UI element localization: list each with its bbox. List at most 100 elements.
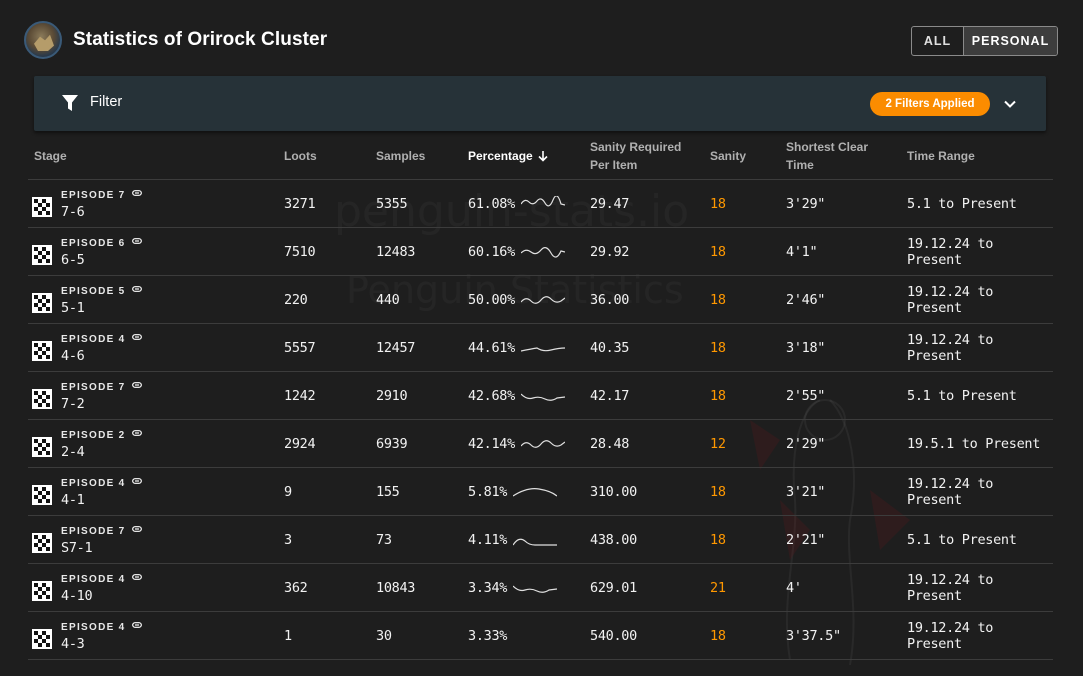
zone-label: EPISODE 4: [61, 333, 126, 345]
stage-checker-icon: [32, 628, 52, 649]
table-row[interactable]: EPISODE 5 5-1 220 440 50.00% 36.00 18 2'46" 19.1…: [28, 276, 1053, 324]
filter-panel-header[interactable]: Filter 2 Filters Applied: [34, 76, 1046, 131]
sanity-per-item-cell: 42.17: [590, 387, 630, 404]
loots-cell: 2924: [284, 435, 316, 452]
zone-label: EPISODE 4: [61, 573, 126, 585]
stage-cell[interactable]: EPISODE 4 4-10: [32, 564, 262, 611]
header-samples[interactable]: Samples: [376, 132, 425, 180]
percentage-value: 61.08%: [468, 195, 515, 212]
samples-cell: 6939: [376, 435, 408, 452]
stage-code: 7-6: [61, 203, 85, 220]
time-range-cell: 19.12.24 to Present: [907, 331, 994, 364]
loots-cell: 1: [284, 627, 292, 644]
table-row[interactable]: EPISODE 4 4-1 9 155 5.81% 310.00 18 3'21" 19.12.…: [28, 468, 1053, 516]
link-icon[interactable]: [131, 382, 142, 388]
link-icon[interactable]: [131, 622, 142, 628]
link-icon[interactable]: [131, 478, 142, 484]
percentage-value: 3.34%: [468, 579, 508, 596]
header-loots[interactable]: Loots: [284, 132, 317, 180]
samples-cell: 12457: [376, 339, 416, 356]
table-row[interactable]: EPISODE 2 2-4 2924 6939 42.14% 28.48 12 2'29" 19…: [28, 420, 1053, 468]
link-icon[interactable]: [131, 334, 142, 340]
table-row[interactable]: EPISODE 4 4-6 5557 12457 44.61% 40.35 18 3'18" 1…: [28, 324, 1053, 372]
zone-label: EPISODE 7: [61, 189, 126, 201]
samples-cell: 12483: [376, 243, 416, 260]
percentage-value: 44.61%: [468, 339, 515, 356]
percentage-value: 4.11%: [468, 531, 508, 548]
percentage-cell: 5.81%: [468, 468, 558, 515]
header-sanity[interactable]: Sanity: [710, 132, 746, 180]
percentage-value: 42.14%: [468, 435, 515, 452]
stage-cell[interactable]: EPISODE 5 5-1: [32, 276, 262, 323]
percentage-cell: 50.00%: [468, 276, 565, 323]
time-range-cell: 5.1 to Present: [907, 387, 1017, 404]
trend-sparkline[interactable]: [513, 532, 558, 548]
page-header: Statistics of Orirock Cluster: [24, 20, 327, 60]
percentage-cell: 42.68%: [468, 372, 565, 419]
page-title: Statistics of Orirock Cluster: [73, 29, 328, 50]
percentage-cell: 44.61%: [468, 324, 565, 371]
samples-cell: 2910: [376, 387, 408, 404]
trend-sparkline[interactable]: [520, 388, 565, 404]
stage-cell[interactable]: EPISODE 2 2-4: [32, 420, 262, 467]
loots-cell: 3271: [284, 195, 316, 212]
trend-sparkline[interactable]: [513, 484, 558, 500]
table-row[interactable]: EPISODE 7 7-2 1242 2910 42.68% 42.17 18 2'55" 5.…: [28, 372, 1053, 420]
header-shortest-clear-time[interactable]: Shortest Clear Time: [786, 132, 868, 180]
samples-cell: 5355: [376, 195, 408, 212]
percentage-value: 50.00%: [468, 291, 515, 308]
time-range-cell: 19.5.1 to Present: [907, 435, 1041, 452]
header-percentage[interactable]: Percentage: [468, 132, 549, 180]
link-icon[interactable]: [131, 526, 142, 532]
item-avatar: [24, 21, 62, 59]
header-stage[interactable]: Stage: [34, 132, 67, 180]
samples-cell: 10843: [376, 579, 416, 596]
stage-cell[interactable]: EPISODE 4 4-3: [32, 612, 262, 659]
link-icon[interactable]: [131, 430, 142, 436]
chevron-down-icon[interactable]: [1002, 96, 1018, 112]
stage-cell[interactable]: EPISODE 6 6-5: [32, 228, 262, 275]
header-shortest-line1: Shortest Clear: [786, 140, 869, 154]
shortest-clear-time-cell: 4': [786, 579, 802, 596]
table-row[interactable]: EPISODE 4 4-10 362 10843 3.34% 629.01 21 4' 19.1…: [28, 564, 1053, 612]
link-icon[interactable]: [131, 286, 142, 292]
table-row[interactable]: EPISODE 7 7-6 3271 5355 61.08% 29.47 18 3'29" 5.…: [28, 180, 1053, 228]
trend-sparkline[interactable]: [520, 340, 565, 356]
stage-cell[interactable]: EPISODE 7 S7-1: [32, 516, 262, 563]
stage-checker-icon: [32, 292, 52, 313]
link-icon[interactable]: [131, 574, 142, 580]
table-body: EPISODE 7 7-6 3271 5355 61.08% 29.47 18 3'29" 5.…: [28, 180, 1053, 660]
trend-sparkline[interactable]: [520, 292, 565, 308]
filter-icon: [62, 95, 78, 111]
toggle-personal-button[interactable]: PERSONAL: [963, 27, 1057, 55]
trend-sparkline[interactable]: [513, 580, 558, 596]
loots-cell: 7510: [284, 243, 316, 260]
table-row[interactable]: EPISODE 4 4-3 1 30 3.33% 540.00 18 3'37.5" 19.12…: [28, 612, 1053, 660]
stage-checker-icon: [32, 244, 52, 265]
sanity-cell: 21: [710, 579, 726, 596]
trend-sparkline[interactable]: [520, 436, 565, 452]
link-icon[interactable]: [131, 238, 142, 244]
link-icon[interactable]: [131, 190, 142, 196]
stage-cell[interactable]: EPISODE 4 4-1: [32, 468, 262, 515]
stage-code: 6-5: [61, 251, 85, 268]
table-row[interactable]: EPISODE 7 S7-1 3 73 4.11% 438.00 18 2'21" 5.1 to…: [28, 516, 1053, 564]
stage-cell[interactable]: EPISODE 7 7-2: [32, 372, 262, 419]
stage-cell[interactable]: EPISODE 4 4-6: [32, 324, 262, 371]
sanity-cell: 18: [710, 627, 726, 644]
shortest-clear-time-cell: 3'37.5": [786, 627, 841, 644]
header-percentage-label: Percentage: [468, 149, 533, 163]
toggle-all-button[interactable]: ALL: [912, 27, 963, 55]
trend-sparkline[interactable]: [520, 244, 565, 260]
sanity-per-item-cell: 540.00: [590, 627, 637, 644]
header-sanity-per-item[interactable]: Sanity Required Per Item: [590, 132, 681, 180]
header-time-range[interactable]: Time Range: [907, 132, 975, 180]
trend-sparkline[interactable]: [520, 195, 565, 212]
zone-label: EPISODE 6: [61, 237, 126, 249]
table-row[interactable]: EPISODE 6 6-5 7510 12483 60.16% 29.92 18 4'1" 19…: [28, 228, 1053, 276]
view-mode-toggle: ALL PERSONAL: [911, 26, 1058, 56]
percentage-cell: 3.33%: [468, 612, 507, 659]
zone-label: EPISODE 7: [61, 525, 126, 537]
stage-cell[interactable]: EPISODE 7 7-6: [32, 180, 262, 227]
sanity-cell: 12: [710, 435, 726, 452]
